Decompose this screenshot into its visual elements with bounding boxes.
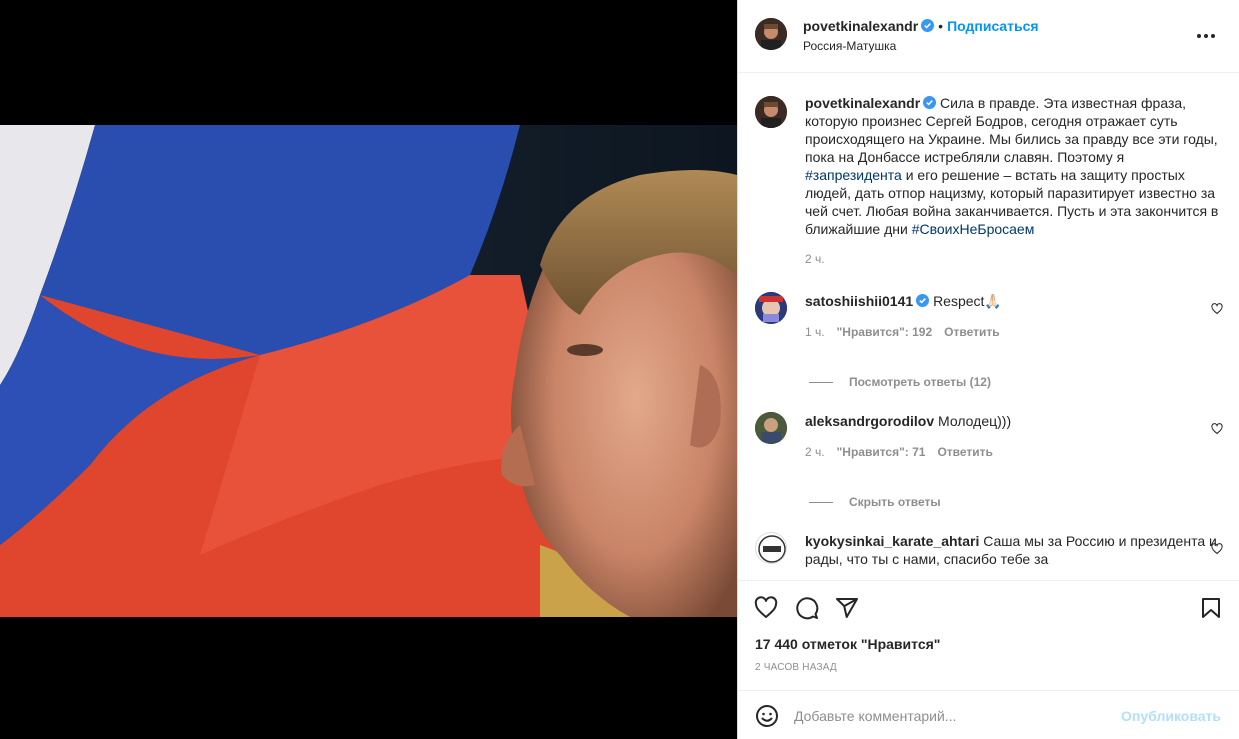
hashtag-link[interactable]: #СвоихНеБросаем — [912, 221, 1035, 237]
hide-replies-label: Скрыть ответы — [849, 495, 941, 509]
commenter-username[interactable]: kyokysinkai_karate_ahtari — [805, 533, 979, 549]
comment-time[interactable]: 1 ч. — [805, 325, 825, 339]
commenter-avatar[interactable] — [755, 292, 787, 324]
post-actions: 17 440 отметок "Нравится" 2 ЧАСОВ НАЗАД — [738, 580, 1239, 690]
post-location[interactable]: Россия-Матушка — [803, 39, 896, 53]
author-avatar[interactable] — [755, 18, 787, 50]
comment-input[interactable] — [794, 705, 1114, 727]
post-likes-count[interactable]: 17 440 отметок "Нравится" — [755, 636, 940, 652]
post-panel: povetkinalexandr • Подписаться Россия-Мату… — [737, 0, 1239, 739]
hashtag-link[interactable]: #запрезидента — [805, 167, 902, 183]
comment-likes[interactable]: "Нравится": 71 — [837, 445, 926, 459]
comment-meta: 1 ч. "Нравится": 192 Ответить — [805, 325, 1223, 339]
reply-button[interactable]: Ответить — [944, 325, 999, 339]
reply-button[interactable]: Ответить — [937, 445, 992, 459]
like-comment-heart-icon[interactable] — [1211, 543, 1223, 555]
save-bookmark-icon[interactable] — [1199, 596, 1223, 620]
comments-list[interactable]: povetkinalexandr Сила в правде. Эта изве… — [738, 73, 1239, 580]
verified-badge-icon — [921, 19, 935, 32]
like-comment-heart-icon[interactable] — [1211, 303, 1223, 315]
header-name-row: povetkinalexandr • Подписаться — [803, 18, 1039, 34]
like-comment-heart-icon[interactable] — [1211, 423, 1223, 435]
comment-meta: 2 ч. "Нравится": 71 Ответить — [805, 445, 1223, 459]
comment-body: Respect🙏🏻 — [933, 293, 1002, 309]
hide-replies-toggle[interactable]: Скрыть ответы — [809, 495, 941, 509]
comment-bubble-icon[interactable] — [795, 596, 819, 620]
commenter-avatar[interactable] — [755, 532, 787, 564]
add-comment-bar: Опубликовать — [738, 690, 1239, 739]
comment-time[interactable]: 2 ч. — [805, 445, 825, 459]
comment-text: satoshiishii0141 Respect🙏🏻 — [805, 292, 1223, 310]
more-options-icon[interactable] — [1197, 28, 1217, 44]
follow-button[interactable]: Подписаться — [947, 18, 1039, 34]
comment-item: aleksandrgorodilov Молодец))) 2 ч. "Нрави… — [755, 412, 1223, 459]
caption-meta: 2 ч. — [805, 252, 1223, 266]
author-username[interactable]: povetkinalexandr — [803, 18, 918, 34]
replies-divider-line — [809, 381, 833, 383]
verified-badge-icon — [916, 293, 930, 307]
commenter-avatar[interactable] — [755, 412, 787, 444]
comment-text: aleksandrgorodilov Молодец))) — [805, 412, 1223, 430]
caption-avatar[interactable] — [755, 96, 787, 128]
emoji-smiley-icon[interactable] — [755, 704, 779, 728]
replies-divider-line — [809, 501, 833, 503]
comment-likes[interactable]: "Нравится": 192 — [837, 325, 933, 339]
comment-item: satoshiishii0141 Respect🙏🏻 1 ч. "Нравится… — [755, 292, 1223, 339]
caption-time[interactable]: 2 ч. — [805, 252, 825, 266]
action-icons — [754, 596, 1223, 620]
verified-badge-icon — [923, 95, 937, 109]
caption: povetkinalexandr Сила в правде. Эта изве… — [755, 94, 1223, 266]
comment-body: Молодец))) — [938, 413, 1012, 429]
comment-item: kyokysinkai_karate_ahtari Саша мы за Рос… — [755, 532, 1223, 568]
commenter-username[interactable]: aleksandrgorodilov — [805, 413, 934, 429]
post-timestamp: 2 ЧАСОВ НАЗАД — [755, 662, 837, 673]
post-media[interactable] — [0, 0, 737, 739]
post-photo[interactable] — [0, 125, 737, 617]
share-send-icon[interactable] — [835, 596, 859, 620]
view-replies-toggle[interactable]: Посмотреть ответы (12) — [809, 375, 991, 389]
post-header: povetkinalexandr • Подписаться Россия-Мату… — [738, 0, 1239, 73]
publish-button[interactable]: Опубликовать — [1121, 708, 1221, 724]
caption-text: povetkinalexandr Сила в правде. Эта изве… — [805, 94, 1223, 238]
caption-username[interactable]: povetkinalexandr — [805, 95, 920, 111]
commenter-username[interactable]: satoshiishii0141 — [805, 293, 913, 309]
separator-dot: • — [938, 18, 944, 34]
comment-text: kyokysinkai_karate_ahtari Саша мы за Рос… — [805, 532, 1223, 568]
view-replies-label: Посмотреть ответы (12) — [849, 375, 991, 389]
like-heart-icon[interactable] — [754, 596, 778, 620]
